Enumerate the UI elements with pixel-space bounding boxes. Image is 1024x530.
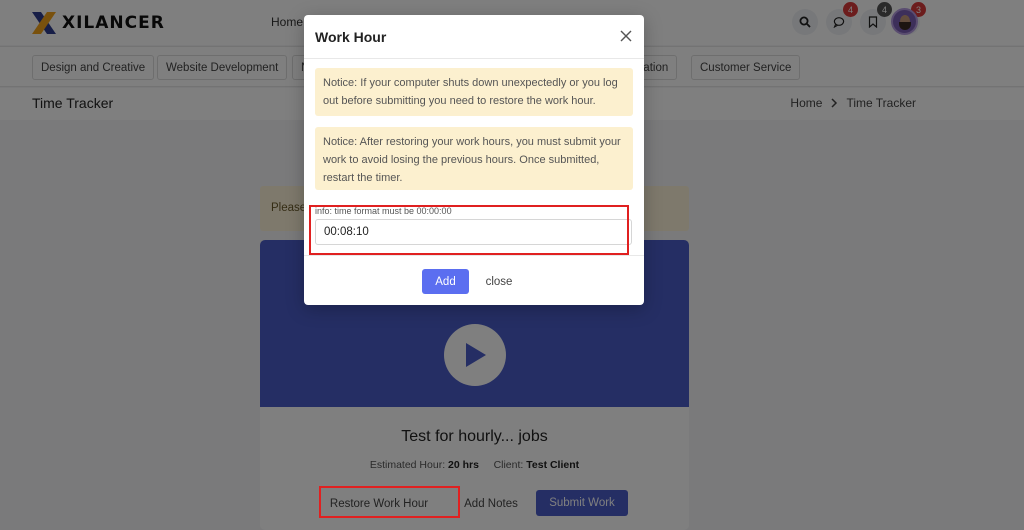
modal-notice-submit: Notice: After restoring your work hours,… [315, 127, 633, 190]
add-button[interactable]: Add [422, 269, 469, 294]
highlight-time-field [309, 205, 629, 255]
modal-title: Work Hour [315, 29, 387, 45]
close-button[interactable]: close [478, 269, 520, 294]
close-icon[interactable] [618, 28, 634, 44]
modal-header: Work Hour [304, 15, 644, 59]
highlight-restore-button [319, 486, 460, 518]
work-hour-modal: Work Hour Notice: If your computer shuts… [304, 15, 644, 305]
modal-footer: Add close [304, 255, 644, 305]
modal-notice-shutdown: Notice: If your computer shuts down unex… [315, 68, 633, 116]
